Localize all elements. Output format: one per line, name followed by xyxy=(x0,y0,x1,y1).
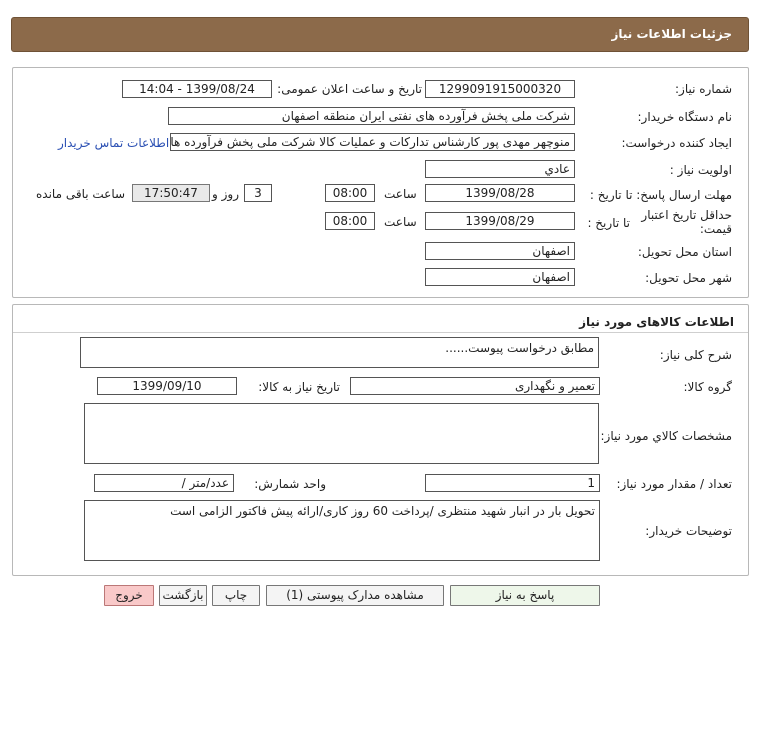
province-label: استان محل تحویل: xyxy=(637,245,732,259)
view-attachments-button[interactable]: مشاهده مدارک پیوستی (1) xyxy=(266,585,444,606)
reply-time-label: ساعت xyxy=(384,187,417,201)
goods-section-title: اطلاعات کالاهای مورد نیاز xyxy=(579,315,734,329)
need-info-panel xyxy=(12,67,749,298)
summary-field: مطابق درخواست پیوست...... xyxy=(80,337,599,368)
remaining-label: ساعت باقی مانده xyxy=(36,187,126,201)
requester-label: ایجاد کننده درخواست: xyxy=(621,136,732,150)
need-number-label: شماره نیاز: xyxy=(675,82,732,96)
reply-deadline-label: مهلت ارسال پاسخ: تا تاریخ : xyxy=(589,188,732,202)
need-date-label: تاریخ نیاز به کالا: xyxy=(258,380,340,394)
remaining-time-field: 17:50:47 xyxy=(132,184,210,202)
buyer-notes-label: توضیحات خریدار: xyxy=(645,524,732,538)
announce-label: تاریخ و ساعت اعلان عمومی: xyxy=(277,82,422,96)
price-date-field: 1399/08/29 xyxy=(425,212,575,230)
days-label: روز و xyxy=(212,187,239,201)
need-number-field: 1299091915000320 xyxy=(425,80,575,98)
print-button[interactable]: چاپ xyxy=(212,585,260,606)
specs-field xyxy=(84,403,599,464)
province-field: اصفهان xyxy=(425,242,575,260)
price-time-label: ساعت xyxy=(384,215,417,229)
contact-buyer-link[interactable]: اطلاعات تماس خریدار xyxy=(58,136,169,150)
buyer-notes-field: تحویل بار در انبار شهید منتظری /پرداخت 6… xyxy=(84,500,600,561)
price-validity-label-text: حداقل تاریخ اعتبار قیمت: xyxy=(641,208,732,236)
goods-section-divider xyxy=(13,332,748,333)
group-label: گروه کالا: xyxy=(683,380,733,394)
specs-label: مشخصات کالاي مورد نیاز: xyxy=(600,429,732,443)
summary-label: شرح کلی نیاز: xyxy=(659,348,732,362)
buyer-org-label: نام دستگاه خریدار: xyxy=(637,110,733,124)
back-button[interactable]: بازگشت xyxy=(159,585,207,606)
reply-to-need-button[interactable]: پاسخ به نیاز xyxy=(450,585,600,606)
announce-field: 1399/08/24 - 14:04 xyxy=(122,80,272,98)
days-remaining-field: 3 xyxy=(244,184,272,202)
price-to-date-label: تا تاریخ : xyxy=(587,216,630,230)
group-field: تعمیر و نگهداری xyxy=(350,377,600,395)
qty-field: 1 xyxy=(425,474,600,492)
price-time-field: 08:00 xyxy=(325,212,375,230)
page-header: جزئیات اطلاعات نیاز xyxy=(11,17,749,52)
unit-label: واحد شمارش: xyxy=(254,477,326,491)
need-date-field: 1399/09/10 xyxy=(97,377,237,395)
reply-time-field: 08:00 xyxy=(325,184,375,202)
city-field: اصفهان xyxy=(425,268,575,286)
page-title: جزئیات اطلاعات نیاز xyxy=(611,27,732,41)
reply-date-field: 1399/08/28 xyxy=(425,184,575,202)
city-label: شهر محل تحویل: xyxy=(645,271,732,285)
buyer-org-field: شرکت ملی پخش فرآورده های نفتی ایران منطق… xyxy=(168,107,575,125)
priority-label: اولویت نیاز : xyxy=(669,163,732,177)
qty-label: تعداد / مقدار مورد نیاز: xyxy=(616,477,732,491)
price-validity-label: حداقل تاریخ اعتبار قیمت: xyxy=(632,208,732,236)
priority-field: عادي xyxy=(425,160,575,178)
exit-button[interactable]: خروج xyxy=(104,585,154,606)
unit-field: عدد/متر / xyxy=(94,474,234,492)
requester-field: منوچهر مهدی پور کارشناس تدارکات و عملیات… xyxy=(170,133,575,151)
